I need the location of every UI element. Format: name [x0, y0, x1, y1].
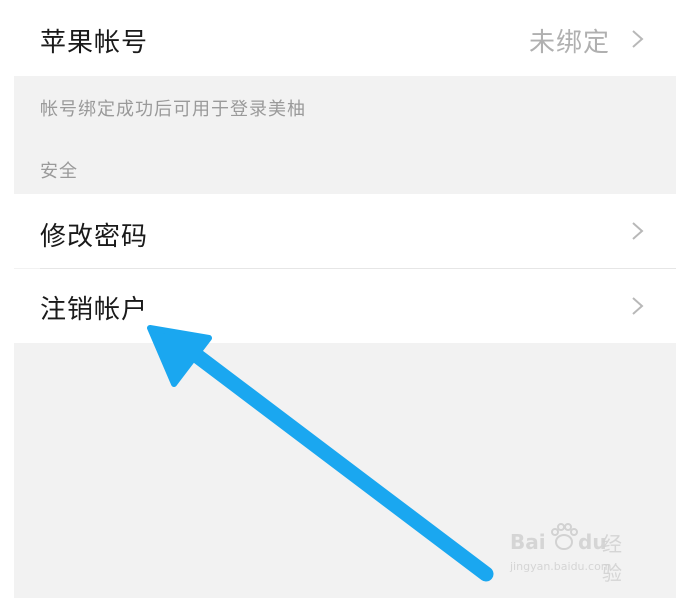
cancel-account-label: 注销帐户: [40, 295, 149, 325]
baidu-jingyan-watermark: Bai du 经验 jingyan.baidu.com: [510, 520, 640, 585]
watermark-brand: Bai: [510, 530, 546, 554]
change-password-label: 修改密码: [40, 222, 149, 252]
apple-account-status: 未绑定: [528, 28, 610, 58]
apple-account-label: 苹果帐号: [40, 28, 149, 58]
watermark-product: 经验: [602, 532, 622, 585]
chevron-right-icon: [632, 30, 644, 48]
bind-hint-text: 帐号绑定成功后可用于登录美柚: [40, 99, 306, 120]
security-section-header: 安全: [40, 161, 78, 182]
apple-account-row[interactable]: 苹果帐号 未绑定: [14, 0, 676, 76]
baidu-paw-icon: [551, 523, 578, 550]
watermark-url: jingyan.baidu.com: [510, 560, 612, 573]
chevron-right-icon: [632, 297, 644, 315]
change-password-row[interactable]: 修改密码: [14, 194, 676, 268]
cancel-account-row[interactable]: 注销帐户: [14, 269, 676, 343]
account-settings-screen: 苹果帐号 未绑定 帐号绑定成功后可用于登录美柚 安全 修改密码 注销帐户 Bai…: [0, 0, 676, 598]
chevron-right-icon: [632, 222, 644, 240]
